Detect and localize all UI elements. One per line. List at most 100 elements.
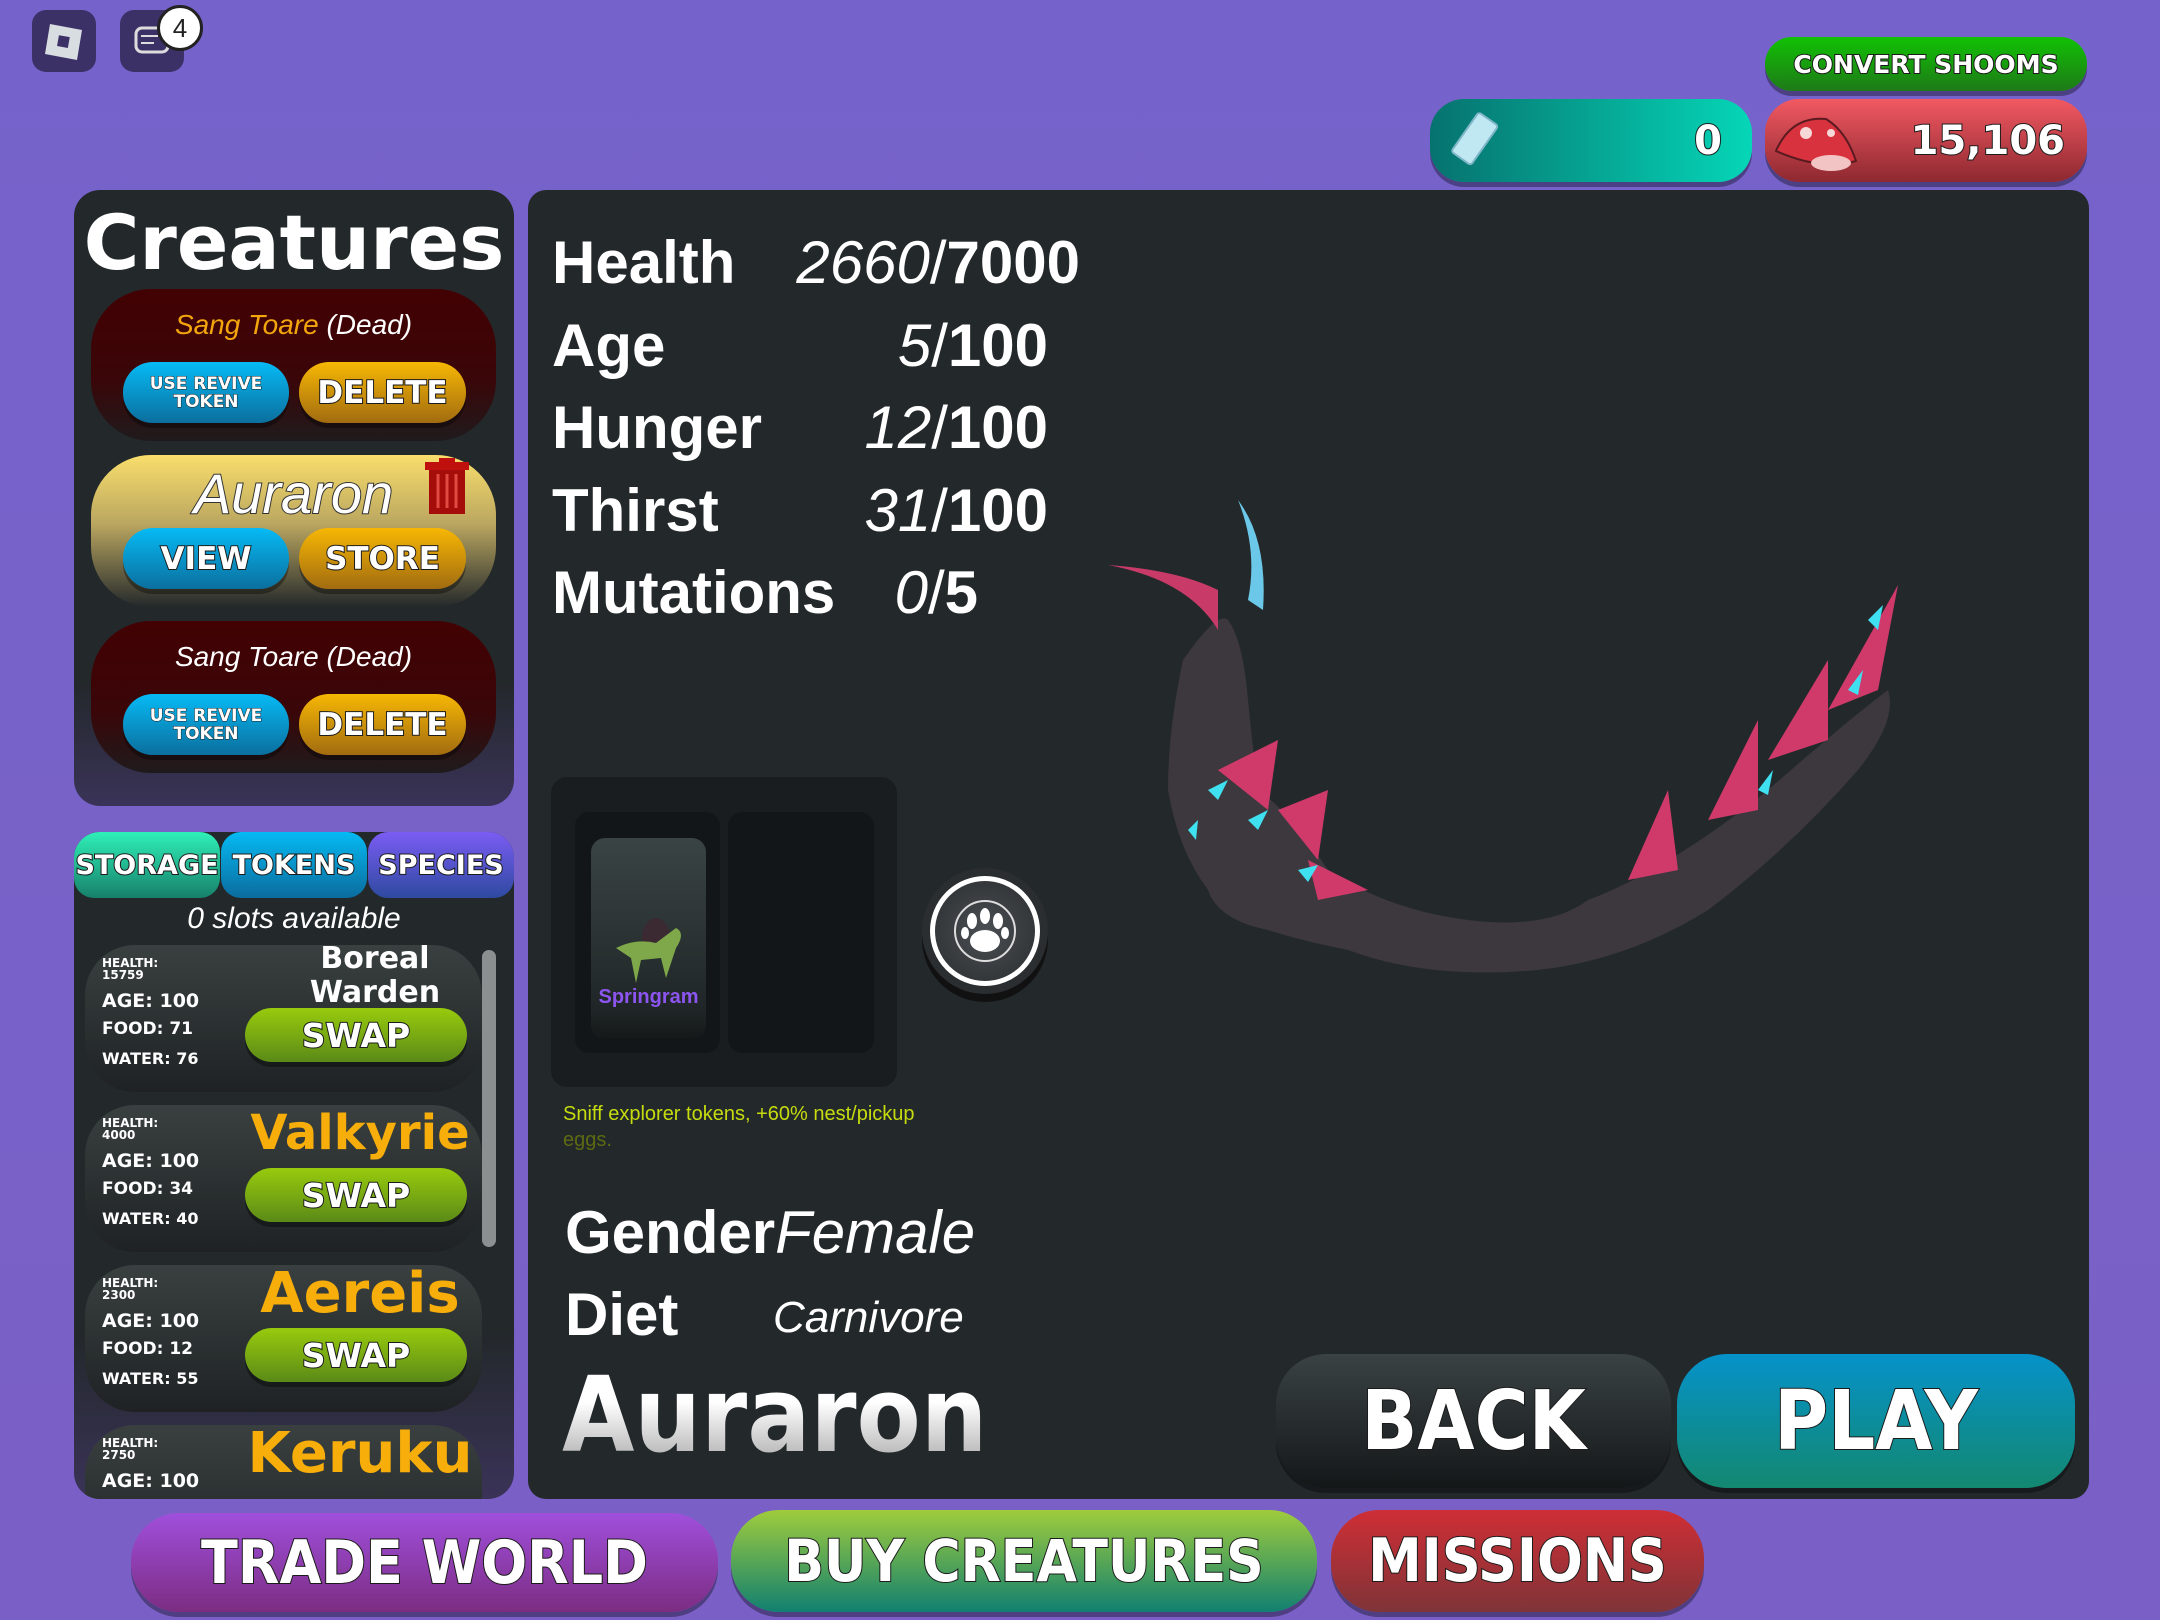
- stat-current: 31: [864, 477, 932, 544]
- tab-tokens[interactable]: TOKENS: [221, 832, 367, 898]
- item-age: AGE: 100: [102, 1470, 200, 1492]
- trash-icon[interactable]: [423, 458, 473, 516]
- creature-card: Sang Toare (Dead) USE REVIVE TOKEN DELET…: [91, 289, 496, 441]
- stat-value-mutations: 0/5: [894, 559, 978, 626]
- creature-name: Sang Toare: [174, 309, 319, 340]
- gender-value: Female: [775, 1199, 976, 1266]
- item-water: WATER: 40: [102, 1209, 199, 1228]
- stat-value-health: 2660/7000: [796, 229, 1080, 296]
- shrooms-counter: 15,106: [1765, 99, 2087, 182]
- gender-label: Gender: [565, 1199, 776, 1266]
- token-card[interactable]: Springram: [591, 838, 706, 1039]
- token-slots: Springram: [551, 777, 897, 1087]
- creatures-title: Creatures: [83, 198, 505, 287]
- creature-card-selected: Auraron VIEW STORE: [91, 455, 496, 607]
- stat-label-thirst: Thirst: [552, 477, 719, 544]
- storage-item: HEALTH: 2750 AGE: 100 Keruku: [85, 1421, 482, 1499]
- shrooms-value: 15,106: [1910, 117, 2066, 165]
- swap-button[interactable]: SWAP: [245, 1328, 467, 1382]
- token-description-line: Sniff explorer tokens, +60% nest/pickup: [563, 1103, 915, 1125]
- view-button[interactable]: VIEW: [123, 528, 289, 589]
- creature-card: Sang Toare (Dead) USE REVIVE TOKEN DELET…: [91, 621, 496, 773]
- tab-storage[interactable]: STORAGE: [74, 832, 220, 898]
- creature-status: (Dead): [326, 309, 413, 340]
- delete-button[interactable]: DELETE: [299, 362, 466, 423]
- item-age: AGE: 100: [102, 1150, 200, 1172]
- creature-details-panel: Health 2660/7000 Age 5/100 Hunger 12/100…: [528, 190, 2089, 1499]
- buy-creatures-button[interactable]: BUY CREATURES: [731, 1510, 1317, 1612]
- stat-label-health: Health: [552, 229, 736, 296]
- gender-row: GenderFemale: [565, 1198, 975, 1268]
- storage-item: HEALTH: 2300 AGE: 100 FOOD: 12 WATER: 55…: [85, 1261, 482, 1412]
- stat-max: 7000: [946, 229, 1080, 296]
- trade-world-button[interactable]: TRADE WORLD: [131, 1513, 718, 1612]
- stat-current: 0: [894, 559, 928, 626]
- item-health: HEALTH: 15759: [102, 956, 159, 982]
- token-description: Sniff explorer tokens, +60% nest/pickup e…: [563, 1101, 915, 1153]
- paw-button[interactable]: [930, 876, 1040, 986]
- stat-max: 100: [947, 312, 1048, 379]
- springram-image: [616, 918, 681, 983]
- use-revive-token-button[interactable]: USE REVIVE TOKEN: [123, 694, 289, 755]
- item-health: HEALTH: 2300: [102, 1276, 159, 1302]
- item-name: Boreal Warden: [309, 941, 441, 1010]
- back-button[interactable]: BACK: [1276, 1354, 1671, 1488]
- chat-badge: 4: [157, 5, 203, 51]
- stat-max: 5: [944, 559, 978, 626]
- mushroom-icon: [1774, 117, 1858, 171]
- paw-icon: [954, 900, 1016, 962]
- creature-status: (Dead): [326, 641, 413, 672]
- convert-shrooms-button[interactable]: CONVERT SHOOMS: [1765, 37, 2087, 91]
- delete-button[interactable]: DELETE: [299, 694, 466, 755]
- missions-button[interactable]: MISSIONS: [1331, 1510, 1704, 1612]
- stat-label-mutations: Mutations: [552, 559, 836, 626]
- tokens-value: 0: [1693, 117, 1723, 165]
- use-revive-token-button[interactable]: USE REVIVE TOKEN: [123, 362, 289, 423]
- stat-label-age: Age: [552, 312, 666, 379]
- swap-button[interactable]: SWAP: [245, 1168, 467, 1222]
- diet-value: Carnivore: [773, 1293, 964, 1342]
- roblox-menu-button[interactable]: [32, 10, 96, 72]
- item-health: HEALTH: 4000: [102, 1116, 159, 1142]
- play-button[interactable]: PLAY: [1677, 1354, 2075, 1488]
- tokens-counter: 0: [1430, 99, 1752, 182]
- creatures-panel: Creatures Sang Toare (Dead) USE REVIVE T…: [74, 190, 514, 806]
- stat-max: 100: [947, 394, 1048, 461]
- storage-item: HEALTH: 4000 AGE: 100 FOOD: 34 WATER: 40…: [85, 1105, 482, 1252]
- stat-value-age: 5/100: [897, 312, 1048, 379]
- roblox-logo-icon: [45, 24, 82, 60]
- item-age: AGE: 100: [102, 1310, 200, 1332]
- item-food: FOOD: 12: [102, 1339, 194, 1359]
- swap-button[interactable]: SWAP: [245, 1008, 467, 1062]
- item-health: HEALTH: 2750: [102, 1436, 159, 1462]
- item-water: WATER: 76: [102, 1049, 199, 1068]
- token-slot-empty[interactable]: [728, 812, 874, 1053]
- stat-current: 5: [897, 312, 932, 379]
- scrollbar[interactable]: [482, 950, 496, 1247]
- species-name: Auraron: [562, 1350, 987, 1480]
- item-name: Keruku: [247, 1421, 473, 1486]
- item-name: Aereis: [260, 1261, 460, 1326]
- store-button[interactable]: STORE: [299, 528, 466, 589]
- slots-available: 0 slots available: [187, 902, 401, 935]
- creature-name: Sang Toare: [174, 641, 319, 672]
- token-description-cont: eggs.: [563, 1129, 612, 1151]
- tab-species[interactable]: SPECIES: [368, 832, 514, 898]
- ticket-icon: [1451, 112, 1499, 166]
- token-slot[interactable]: Springram: [575, 812, 720, 1053]
- item-food: FOOD: 34: [102, 1179, 194, 1199]
- storage-item: HEALTH: 15759 AGE: 100 FOOD: 71 WATER: 7…: [85, 941, 482, 1092]
- stat-current: 2660: [796, 229, 930, 296]
- item-name: Valkyrie: [250, 1105, 470, 1161]
- storage-panel: STORAGE TOKENS SPECIES 0 slots available…: [74, 832, 514, 1499]
- stat-max: 100: [947, 477, 1048, 544]
- stat-value-thirst: 31/100: [864, 477, 1048, 544]
- item-age: AGE: 100: [102, 990, 200, 1012]
- creature-model: [1108, 500, 1898, 973]
- stat-value-hunger: 12/100: [864, 394, 1048, 461]
- stat-current: 12: [864, 394, 932, 461]
- token-name: Springram: [598, 986, 699, 1008]
- diet-label: Diet: [565, 1281, 679, 1348]
- item-water: WATER: 55: [102, 1369, 199, 1388]
- item-food: FOOD: 71: [102, 1019, 194, 1039]
